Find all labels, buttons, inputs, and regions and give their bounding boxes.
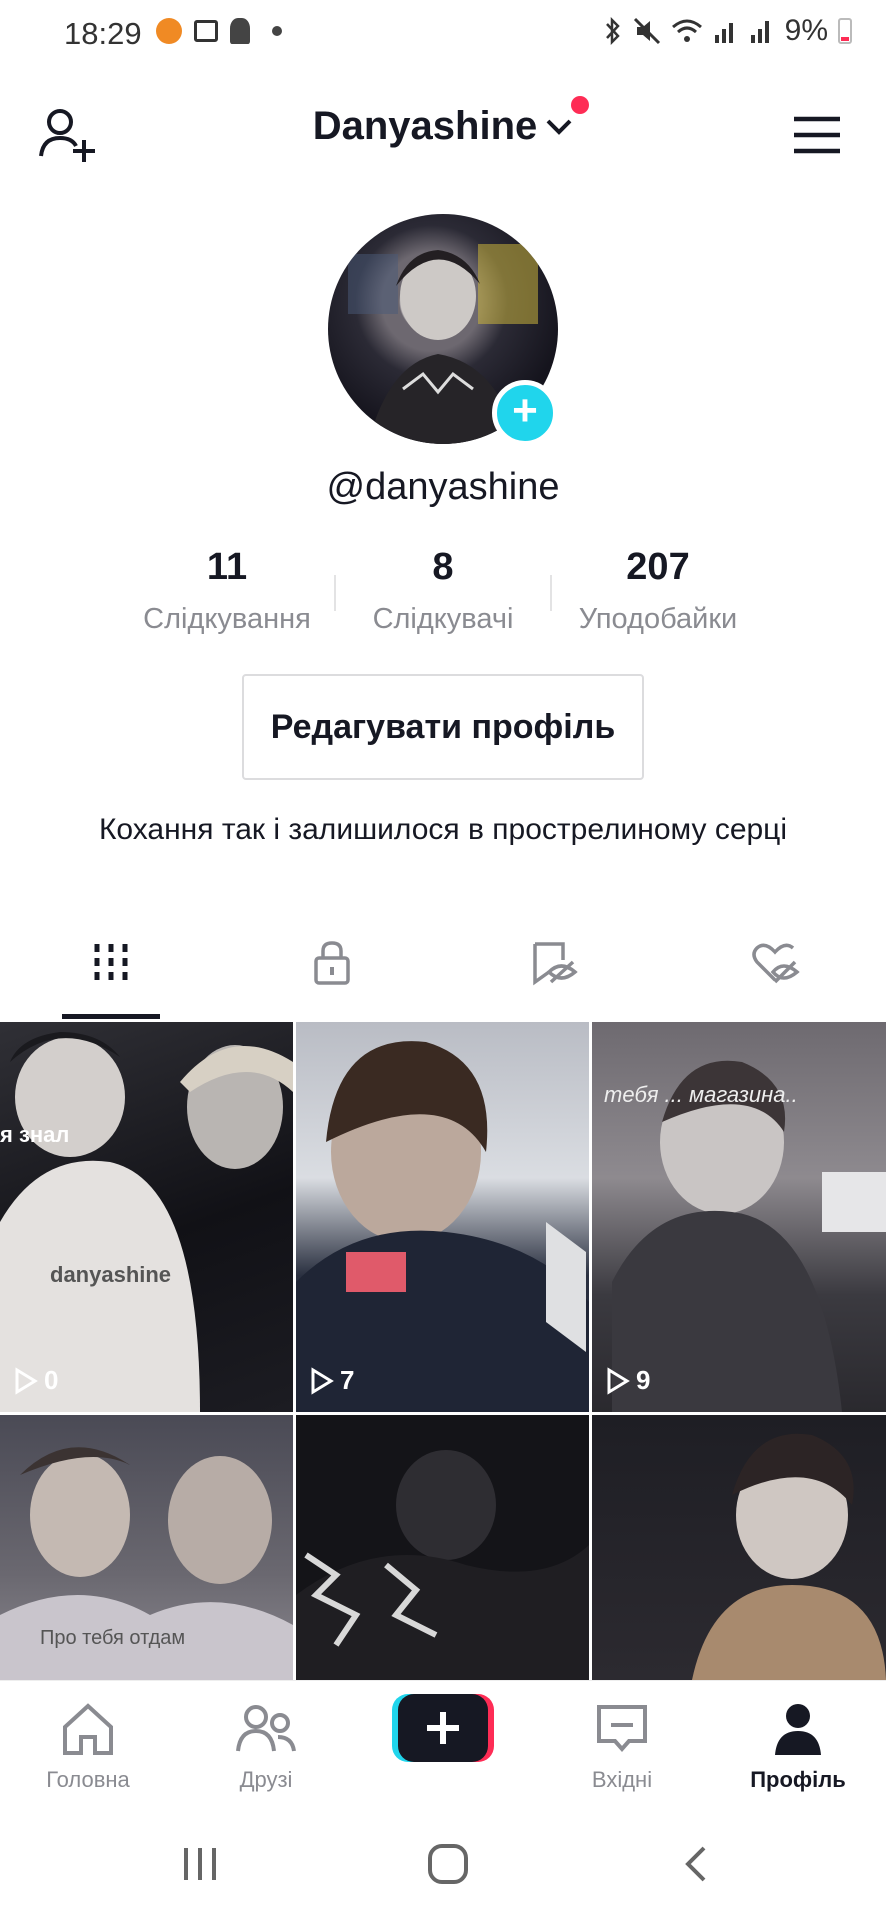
chevron-down-icon	[546, 119, 572, 135]
video-overlay-text: тебя ... магазина..	[604, 1082, 798, 1107]
gallery-icon	[194, 20, 218, 42]
view-count: 0	[14, 1365, 58, 1396]
heart-hidden-icon	[751, 943, 800, 984]
likes-count: 207	[626, 546, 690, 588]
system-nav-bar	[0, 1800, 886, 1920]
following-stat[interactable]: 11 Слідкування	[117, 546, 337, 636]
view-count: 9	[606, 1365, 650, 1396]
thumbnail-image	[692, 1433, 886, 1680]
videos-tab[interactable]	[0, 940, 221, 1018]
signal-roaming-icon	[750, 21, 769, 43]
home-button-icon[interactable]	[426, 1842, 470, 1886]
nav-profile[interactable]: Профіль	[718, 1701, 878, 1793]
nav-home[interactable]: Головна	[8, 1701, 168, 1793]
add-avatar-button[interactable]: +	[492, 380, 558, 446]
play-icon	[15, 1366, 38, 1395]
mute-icon	[633, 17, 660, 45]
more-notifications-icon	[272, 26, 282, 36]
app-icon	[230, 18, 250, 44]
following-count: 11	[206, 546, 248, 588]
reposts-tab[interactable]	[443, 940, 664, 1018]
nav-inbox-label: Вхідні	[591, 1767, 653, 1792]
video-thumbnail[interactable]	[296, 1415, 589, 1680]
video-thumbnail[interactable]: я знал danyashine 0	[0, 1022, 293, 1412]
edit-profile-button[interactable]: Редагувати профіль	[242, 674, 644, 780]
create-plus-icon	[392, 1694, 494, 1762]
app-notification-icon	[156, 18, 182, 44]
video-thumbnail[interactable]: 7	[296, 1022, 589, 1412]
private-tab[interactable]	[221, 940, 442, 1018]
account-switcher[interactable]: Danyashine	[0, 96, 886, 149]
status-bar: 18:29 9%	[0, 0, 886, 70]
thumbnail-image	[0, 1032, 293, 1412]
signal-icon	[714, 23, 733, 43]
play-icon	[607, 1366, 630, 1395]
profile-bio: Кохання так і залишилося в прострелиному…	[98, 813, 788, 846]
video-thumbnail[interactable]: тебя ... магазина.. 9	[592, 1022, 886, 1412]
video-thumbnail[interactable]	[592, 1415, 886, 1680]
create-button[interactable]	[392, 1694, 494, 1762]
back-icon[interactable]	[680, 1844, 710, 1884]
grid-icon	[94, 944, 127, 980]
followers-label: Слідкувачі	[372, 603, 514, 635]
followers-stat[interactable]: 8 Слідкувачі	[333, 546, 553, 636]
status-time: 18:29	[64, 16, 142, 51]
home-icon	[63, 1703, 113, 1755]
likes-label: Уподобайки	[578, 603, 738, 635]
thumbnail-image	[296, 1450, 589, 1680]
play-icon	[311, 1366, 334, 1395]
nav-friends[interactable]: Друзі	[186, 1701, 346, 1793]
thumbnail-image	[612, 1060, 886, 1412]
view-count-value: 9	[636, 1365, 651, 1395]
profile-handle: @danyashine	[326, 466, 560, 508]
nav-home-label: Головна	[46, 1767, 130, 1792]
video-thumbnail[interactable]: Про тебя отдам	[0, 1415, 293, 1680]
battery-text: 9%	[784, 14, 828, 47]
bookmark-hidden-icon	[532, 942, 578, 986]
battery-icon	[838, 18, 852, 44]
status-right: 9%	[603, 14, 852, 48]
video-overlay-text: я знал	[0, 1122, 70, 1147]
following-label: Слідкування	[143, 603, 311, 635]
video-overlay-text: Про тебя отдам	[40, 1627, 186, 1649]
header-username: Danyashine	[312, 104, 538, 148]
wifi-icon	[671, 19, 702, 42]
notification-icons	[156, 18, 282, 44]
friends-icon	[236, 1705, 296, 1752]
menu-icon[interactable]	[792, 116, 842, 154]
lock-icon	[313, 941, 350, 985]
view-count: 7	[310, 1365, 354, 1396]
thumbnail-image	[296, 1041, 589, 1412]
recent-apps-icon[interactable]	[180, 1844, 220, 1884]
liked-tab[interactable]	[664, 940, 885, 1018]
likes-stat[interactable]: 207 Уподобайки	[548, 546, 768, 636]
nav-friends-label: Друзі	[239, 1767, 293, 1792]
view-count-value: 7	[340, 1365, 355, 1395]
bluetooth-icon	[605, 17, 620, 45]
video-caption: danyashine	[50, 1262, 172, 1287]
notification-dot	[571, 96, 590, 114]
nav-profile-label: Профіль	[750, 1767, 846, 1792]
followers-count: 8	[432, 546, 454, 588]
inbox-icon	[597, 1705, 647, 1753]
view-count-value: 0	[44, 1365, 59, 1395]
active-tab-indicator	[62, 1014, 160, 1019]
nav-inbox[interactable]: Вхідні	[542, 1701, 702, 1793]
profile-icon	[775, 1704, 821, 1755]
